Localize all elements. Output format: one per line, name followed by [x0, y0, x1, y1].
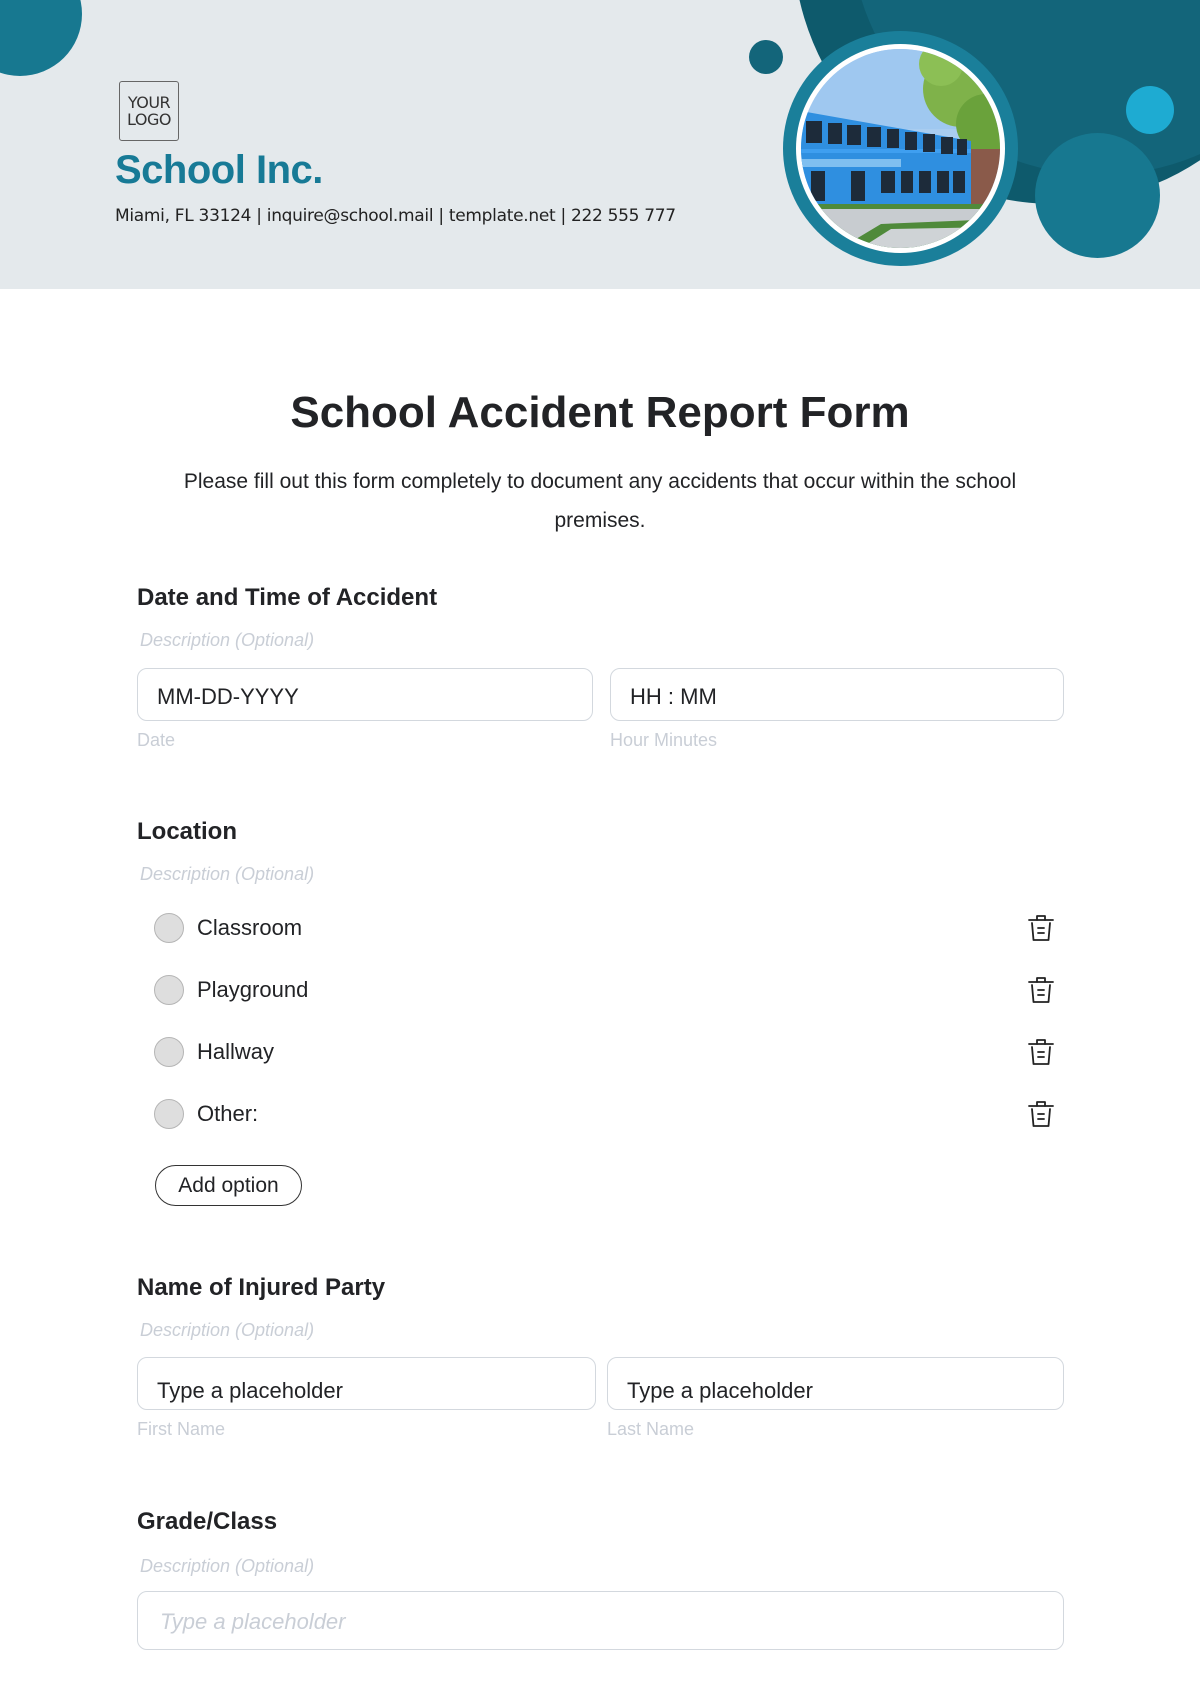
decorative-circle-top-left: [0, 0, 82, 76]
grade-class-input[interactable]: Type a placeholder: [137, 1591, 1064, 1650]
trash-icon[interactable]: [1027, 975, 1055, 1005]
option-classroom: Classroom: [154, 911, 1064, 945]
photo-frame: [783, 31, 1018, 266]
option-hallway: Hallway: [154, 1035, 1064, 1069]
first-name-sublabel: First Name: [137, 1419, 226, 1439]
time-input-value: HH : MM: [630, 684, 717, 709]
last-name-input-value: Type a placeholder: [627, 1378, 813, 1403]
section-description[interactable]: Description (Optional): [140, 630, 314, 651]
form-title: School Accident Report Form: [290, 388, 910, 437]
decorative-dot-light-blue: [1126, 86, 1174, 134]
contact-info: Miami, FL 33124 | inquire@school.mail | …: [115, 206, 676, 226]
section-heading-injured-party: Name of Injured Party: [137, 1274, 386, 1301]
section-description[interactable]: Description (Optional): [140, 1556, 314, 1577]
trash-icon[interactable]: [1027, 1099, 1055, 1129]
company-name: School Inc.: [115, 148, 323, 192]
school-building-photo: [801, 49, 1000, 248]
date-sublabel: Date: [137, 730, 176, 750]
logo-text-line1: YOUR: [127, 93, 171, 112]
radio-button[interactable]: [154, 913, 184, 943]
radio-button[interactable]: [154, 1099, 184, 1129]
section-description[interactable]: Description (Optional): [140, 864, 314, 885]
trash-icon[interactable]: [1027, 1037, 1055, 1067]
letterhead-header: YOUR LOGO School Inc. Miami, FL 33124 | …: [0, 0, 1200, 289]
logo-text-line2: LOGO: [127, 110, 171, 129]
section-heading-grade-class: Grade/Class: [137, 1508, 278, 1535]
last-name-sublabel: Last Name: [607, 1419, 695, 1439]
first-name-input[interactable]: Type a placeholder: [137, 1357, 596, 1410]
radio-button[interactable]: [154, 975, 184, 1005]
option-other: Other:: [154, 1097, 1064, 1131]
decorative-circle-medium: [1035, 133, 1160, 258]
decorative-dot-small: [749, 40, 783, 74]
option-label[interactable]: Other:: [197, 1099, 258, 1129]
date-input[interactable]: MM-DD-YYYY: [137, 668, 593, 721]
option-playground: Playground: [154, 973, 1064, 1007]
form-subtitle: Please fill out this form completely to …: [183, 470, 1017, 532]
option-label[interactable]: Classroom: [197, 913, 302, 943]
logo-placeholder: YOUR LOGO: [119, 81, 179, 141]
date-input-value: MM-DD-YYYY: [157, 684, 299, 709]
add-option-button[interactable]: Add option: [155, 1165, 302, 1206]
radio-button[interactable]: [154, 1037, 184, 1067]
photo-frame-inner: [796, 44, 1005, 253]
time-input[interactable]: HH : MM: [610, 668, 1064, 721]
option-label[interactable]: Playground: [197, 975, 308, 1005]
last-name-input[interactable]: Type a placeholder: [607, 1357, 1064, 1410]
first-name-input-value: Type a placeholder: [157, 1378, 343, 1403]
section-heading-location: Location: [137, 818, 237, 845]
time-sublabel: Hour Minutes: [610, 730, 718, 750]
option-label[interactable]: Hallway: [197, 1037, 274, 1067]
section-heading-date-time: Date and Time of Accident: [137, 584, 438, 611]
school-building-image: [801, 49, 1000, 248]
grade-class-placeholder: Type a placeholder: [160, 1609, 346, 1634]
trash-icon[interactable]: [1027, 913, 1055, 943]
section-description[interactable]: Description (Optional): [140, 1320, 314, 1341]
